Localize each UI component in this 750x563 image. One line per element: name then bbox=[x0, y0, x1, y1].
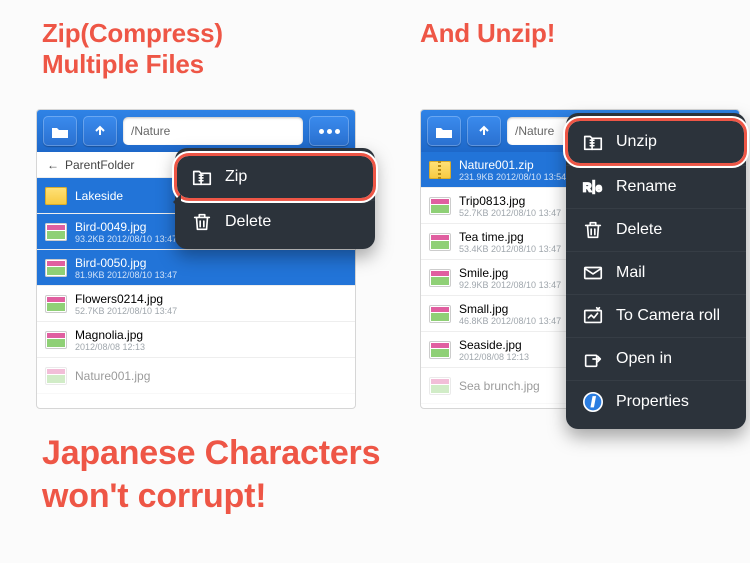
menu-item-delete[interactable]: Delete bbox=[175, 200, 375, 243]
zip-icon bbox=[429, 161, 451, 179]
svg-text:e: e bbox=[596, 183, 602, 195]
path-text: /Nature bbox=[131, 124, 170, 138]
file-name: Bird-0050.jpg bbox=[75, 256, 347, 270]
menu-item-label: Rename bbox=[616, 178, 676, 196]
menu-item-zip[interactable]: Zip bbox=[177, 156, 373, 198]
file-name: Magnolia.jpg bbox=[75, 328, 347, 342]
menu-item-label: Open in bbox=[616, 350, 672, 368]
camera-icon bbox=[582, 305, 604, 327]
img-icon bbox=[429, 233, 451, 251]
zip-icon bbox=[582, 131, 604, 153]
headline-japanese: Japanese Characters won't corrupt! bbox=[42, 432, 380, 517]
trash-icon bbox=[582, 219, 604, 241]
home-button[interactable] bbox=[427, 116, 461, 146]
menu-item-properties[interactable]: i Properties bbox=[566, 380, 746, 423]
img-icon bbox=[45, 295, 67, 313]
img-icon bbox=[429, 377, 451, 395]
img-icon bbox=[45, 223, 67, 241]
svg-text:R: R bbox=[583, 181, 592, 195]
file-row[interactable]: Magnolia.jpg2012/08/08 12:13 bbox=[37, 322, 355, 358]
info-icon: i bbox=[582, 391, 604, 413]
headline-zip-line2: Multiple Files bbox=[42, 49, 204, 79]
menu-item-rename[interactable]: Re Rename bbox=[566, 165, 746, 208]
menu-item-label: Delete bbox=[616, 221, 662, 239]
headline-zip: Zip(Compress) Multiple Files bbox=[42, 18, 223, 80]
menu-item-label: Unzip bbox=[616, 133, 657, 151]
breadcrumb-label: ParentFolder bbox=[65, 158, 134, 172]
svg-text:i: i bbox=[591, 395, 595, 410]
menu-item-label: Mail bbox=[616, 264, 645, 282]
home-button[interactable] bbox=[43, 116, 77, 146]
context-menu-zip: Zip Delete bbox=[175, 148, 375, 249]
headline-unzip: And Unzip! bbox=[420, 18, 555, 49]
up-button[interactable] bbox=[83, 116, 117, 146]
file-row[interactable]: Bird-0050.jpg81.9KB 2012/08/10 13:47 bbox=[37, 250, 355, 286]
zip-icon bbox=[191, 166, 213, 188]
file-name: Flowers0214.jpg bbox=[75, 292, 347, 306]
mail-icon bbox=[582, 262, 604, 284]
menu-item-open-in[interactable]: Open in bbox=[566, 337, 746, 380]
trash-icon bbox=[191, 211, 213, 233]
rename-icon: Re bbox=[582, 176, 604, 198]
img-icon bbox=[429, 341, 451, 359]
more-icon bbox=[319, 129, 340, 134]
path-field[interactable]: /Nature bbox=[123, 117, 303, 145]
back-arrow-icon: ← bbox=[47, 158, 59, 172]
menu-item-to-camera-roll[interactable]: To Camera roll bbox=[566, 294, 746, 337]
headline-zip-line1: Zip(Compress) bbox=[42, 18, 223, 48]
img-icon bbox=[429, 305, 451, 323]
path-text: /Nature bbox=[515, 124, 554, 138]
menu-item-delete[interactable]: Delete bbox=[566, 208, 746, 251]
menu-item-label: Properties bbox=[616, 393, 689, 411]
file-name: Nature001.jpg bbox=[75, 369, 347, 383]
img-icon bbox=[429, 269, 451, 287]
menu-item-label: Zip bbox=[225, 168, 247, 186]
menu-item-label: To Camera roll bbox=[616, 307, 720, 325]
menu-item-unzip[interactable]: Unzip bbox=[568, 121, 744, 163]
context-menu-unzip: Unzip Re Rename Delete Mail To Camera roll Ope… bbox=[566, 113, 746, 429]
img-icon bbox=[45, 331, 67, 349]
img-icon bbox=[45, 367, 67, 385]
toolbar: /Nature bbox=[37, 110, 355, 152]
img-icon bbox=[429, 197, 451, 215]
img-icon bbox=[45, 259, 67, 277]
up-button[interactable] bbox=[467, 116, 501, 146]
file-meta: 81.9KB 2012/08/10 13:47 bbox=[75, 270, 347, 280]
more-button[interactable] bbox=[309, 116, 349, 146]
file-meta: 52.7KB 2012/08/10 13:47 bbox=[75, 306, 347, 316]
folder-icon bbox=[45, 187, 67, 205]
share-icon bbox=[582, 348, 604, 370]
file-row[interactable]: Nature001.jpg bbox=[37, 358, 355, 394]
file-meta: 2012/08/08 12:13 bbox=[75, 342, 347, 352]
menu-item-label: Delete bbox=[225, 213, 271, 231]
file-row[interactable]: Flowers0214.jpg52.7KB 2012/08/10 13:47 bbox=[37, 286, 355, 322]
menu-item-mail[interactable]: Mail bbox=[566, 251, 746, 294]
